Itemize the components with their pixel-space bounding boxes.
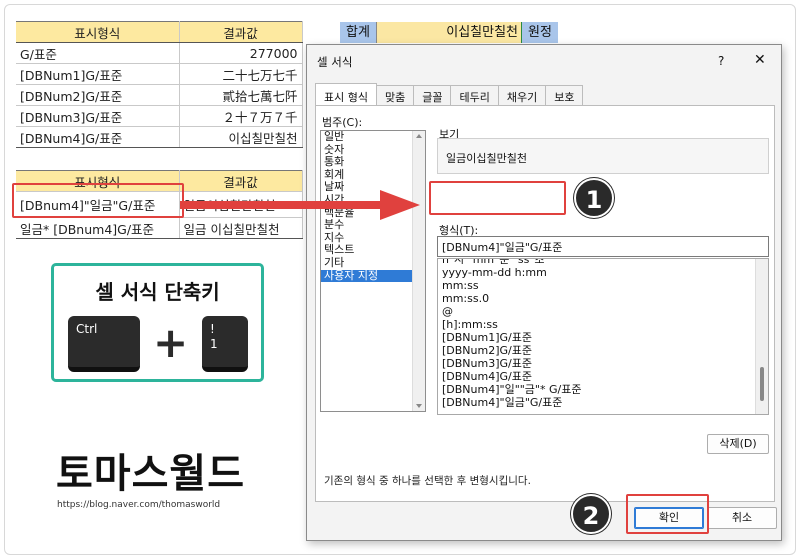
list-item[interactable]: [DBNum1]G/표준 <box>438 331 768 344</box>
cell-format[interactable]: [DBNum3]G/표준 <box>16 105 180 127</box>
highlight-box-ok-button <box>626 494 709 534</box>
close-icon[interactable]: ✕ <box>754 52 766 68</box>
dialog-tabs: 표시 형식 맞춤 글꼴 테두리 채우기 보호 <box>315 83 584 105</box>
cell-result[interactable]: ２十７万７千 <box>179 105 303 127</box>
category-item-fraction[interactable]: 분수 <box>321 219 425 232</box>
table-row: [DBNum4]G/표준 이십칠만칠천 <box>16 126 303 148</box>
header-result[interactable]: 결과값 <box>179 21 303 43</box>
cell-unit-label[interactable]: 원정 <box>522 22 558 43</box>
highlight-box-format-input <box>429 181 566 215</box>
cell-total-value[interactable]: 이십칠만칠천 <box>376 22 522 43</box>
list-item[interactable]: yyyy-mm-dd h:mm <box>438 266 768 279</box>
list-item[interactable]: [DBNum4]"일금"G/표준 <box>438 396 768 409</box>
one-key-bottom: 1 <box>210 337 218 351</box>
format-input[interactable] <box>437 236 769 257</box>
list-item[interactable]: [h]:mm:ss <box>438 318 768 331</box>
sample-value: 일금이십칠만칠천 <box>446 152 527 165</box>
dialog-title: 셀 서식 <box>317 55 353 69</box>
tab-border[interactable]: 테두리 <box>450 85 499 105</box>
step-two-callout: 2 <box>571 494 611 534</box>
blog-url: https://blog.naver.com/thomasworld <box>57 500 221 510</box>
scroll-thumb[interactable] <box>760 367 764 401</box>
category-item-custom[interactable]: 사용자 지정 <box>321 269 425 283</box>
table-row: [DBNum2]G/표준 貳拾七萬七阡 <box>16 84 303 106</box>
blog-logo: 토마스월드 <box>56 451 245 497</box>
cell-total-label[interactable]: 합계 <box>340 22 376 43</box>
table-row: G/표준 277000 <box>16 42 303 64</box>
highlight-box-table-cell <box>12 183 184 218</box>
tab-fill[interactable]: 채우기 <box>497 85 547 105</box>
delete-button[interactable]: 삭제(D) <box>707 434 769 454</box>
cell-format[interactable]: [DBNum1]G/표준 <box>16 63 180 85</box>
category-scrollbar[interactable] <box>412 131 425 411</box>
shortcut-card: 셀 서식 단축키 Ctrl + ! 1 <box>51 263 264 382</box>
help-icon[interactable]: ? <box>718 54 724 68</box>
tab-alignment[interactable]: 맞춤 <box>375 85 415 105</box>
arrow-right-icon <box>180 190 420 220</box>
cell-result[interactable]: 일금 이십칠만칠천 <box>179 217 303 239</box>
list-item[interactable]: h"시" mm"분" ss"초" <box>438 259 768 266</box>
category-item-special[interactable]: 기타 <box>321 256 425 270</box>
list-item[interactable]: [DBNum4]G/표준 <box>438 370 768 383</box>
one-key-icon: ! 1 <box>202 316 248 372</box>
cell-format[interactable]: G/표준 <box>16 42 180 64</box>
plus-icon: + <box>153 318 189 367</box>
shortcut-title: 셀 서식 단축키 <box>95 280 220 304</box>
list-item[interactable]: [DBNum3]G/표준 <box>438 357 768 370</box>
list-item[interactable]: @ <box>438 305 768 318</box>
tab-font[interactable]: 글꼴 <box>413 85 452 105</box>
ctrl-key-icon: Ctrl <box>68 316 140 372</box>
cell-result[interactable]: 二十七万七千 <box>179 63 303 85</box>
list-item[interactable]: mm:ss <box>438 279 768 292</box>
step-one-callout: 1 <box>574 178 614 218</box>
list-item[interactable]: [DBNum4]"일""금"* G/표준 <box>438 383 768 396</box>
category-list[interactable]: 일반 숫자 통화 회계 날짜 시간 백분율 분수 지수 텍스트 기타 사용자 지… <box>320 130 426 412</box>
scroll-up-icon[interactable] <box>416 134 422 138</box>
one-key-top: ! <box>210 322 215 336</box>
header-result[interactable]: 결과값 <box>179 170 303 192</box>
format-table-1: 표시형식 결과값 G/표준 277000 [DBNum1]G/표준 二十七万七千… <box>16 21 303 148</box>
format-list-scrollbar[interactable] <box>755 259 768 414</box>
category-label: 범주(C): <box>322 116 363 129</box>
tab-number[interactable]: 표시 형식 <box>315 83 377 105</box>
hint-text: 기존의 형식 중 하나를 선택한 후 변형시킵니다. <box>324 475 531 487</box>
cell-result[interactable]: 貳拾七萬七阡 <box>179 84 303 106</box>
cell-format[interactable]: [DBNum2]G/표준 <box>16 84 180 106</box>
category-item-general[interactable]: 일반 <box>321 131 425 144</box>
list-item[interactable]: [DBNum2]G/표준 <box>438 344 768 357</box>
tab-panel-number: 범주(C): 일반 숫자 통화 회계 날짜 시간 백분율 분수 지수 텍스트 기… <box>315 105 775 502</box>
cell-format[interactable]: [DBNum4]G/표준 <box>16 126 180 148</box>
table-row: 일금* [DBnum4]G/표준 일금 이십칠만칠천 <box>16 217 303 239</box>
cell-result[interactable]: 이십칠만칠천 <box>179 126 303 148</box>
header-format[interactable]: 표시형식 <box>16 21 180 43</box>
sample-box: 일금이십칠만칠천 <box>437 138 769 174</box>
category-item-currency[interactable]: 통화 <box>321 156 425 169</box>
tab-protection[interactable]: 보호 <box>545 85 584 105</box>
table-row: [DBNum3]G/표준 ２十７万７千 <box>16 105 303 127</box>
list-item[interactable]: mm:ss.0 <box>438 292 768 305</box>
scroll-down-icon[interactable] <box>416 404 422 408</box>
cell-format[interactable]: 일금* [DBnum4]G/표준 <box>16 217 180 239</box>
format-cells-dialog: 셀 서식 ? ✕ 표시 형식 맞춤 글꼴 테두리 채우기 보호 범주(C): 일… <box>306 44 782 541</box>
format-list[interactable]: h"시" mm"분" ss"초" yyyy-mm-dd h:mm mm:ss m… <box>437 258 769 415</box>
cell-result[interactable]: 277000 <box>179 42 303 64</box>
ctrl-key-label: Ctrl <box>76 322 98 336</box>
cancel-button[interactable]: 취소 <box>707 507 777 529</box>
table-row: [DBNum1]G/표준 二十七万七千 <box>16 63 303 85</box>
